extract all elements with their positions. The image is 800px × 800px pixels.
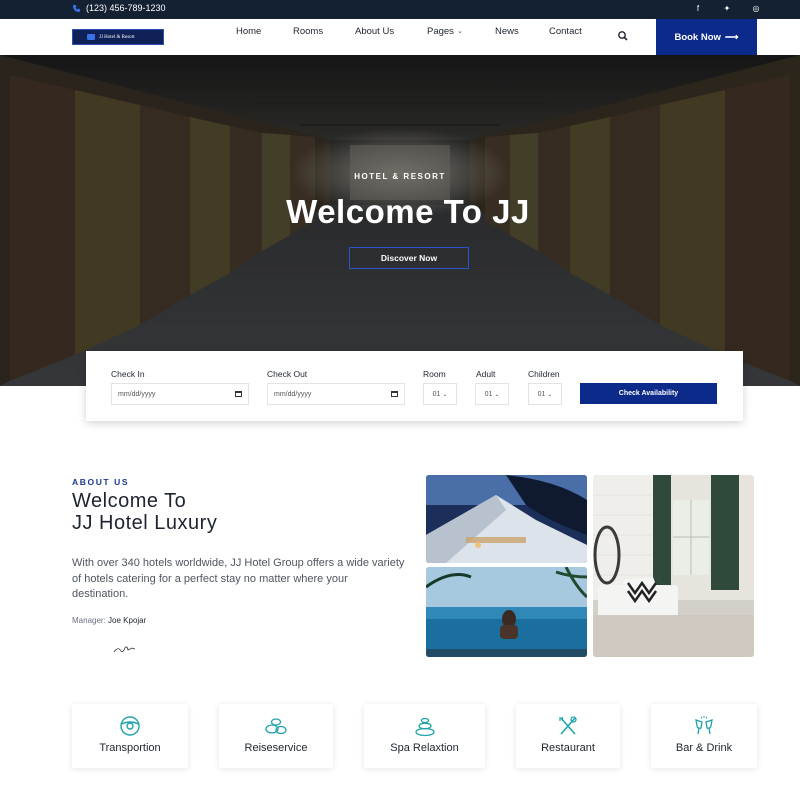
room-select[interactable]: 01 ⌄ bbox=[423, 383, 457, 405]
hero-banner: HOTEL & RESORT Welcome To JJ Discover No… bbox=[0, 55, 800, 386]
chevron-down-icon: ⌄ bbox=[494, 391, 500, 398]
chevron-down-icon: ⌄ bbox=[442, 391, 448, 398]
nav-pages-label: Pages bbox=[427, 25, 454, 37]
hero-title: Welcome To JJ bbox=[286, 193, 530, 230]
phone-contact[interactable]: (123) 456-789-1230 bbox=[72, 3, 166, 13]
calendar-icon[interactable] bbox=[391, 391, 398, 397]
about-eyebrow: ABOUT US bbox=[72, 477, 130, 487]
arrow-right-icon: ⟶ bbox=[724, 31, 739, 43]
spa-stones-icon bbox=[414, 717, 435, 737]
about-description: With over 340 hotels worldwide, JJ Hotel… bbox=[72, 557, 405, 600]
facebook-icon[interactable]: f bbox=[694, 3, 702, 15]
fork-knife-icon bbox=[559, 716, 577, 735]
search-icon[interactable] bbox=[617, 30, 629, 42]
booking-form: Check In mm/dd/yyyy Check Out mm/dd/yyyy… bbox=[86, 351, 743, 421]
nav-news[interactable]: News bbox=[495, 26, 519, 37]
book-now-label: Book Now bbox=[674, 31, 721, 43]
children-label: Children bbox=[528, 369, 560, 379]
children-select[interactable]: 01 ⌄ bbox=[528, 383, 562, 405]
room-label: Room bbox=[423, 369, 446, 379]
social-links: f ✦ ◎ bbox=[694, 3, 760, 15]
about-title-line2: JJ Hotel Luxury bbox=[72, 512, 218, 534]
chevron-down-icon: ⌄ bbox=[456, 28, 463, 35]
check-out-label: Check Out bbox=[267, 369, 308, 379]
service-label: Spa Relaxtion bbox=[390, 742, 459, 754]
manager-line: Manager: Joe Kpojar bbox=[72, 616, 146, 625]
adult-select[interactable]: 01 ⌄ bbox=[475, 383, 509, 405]
book-now-button[interactable]: Book Now ⟶ bbox=[656, 19, 757, 55]
nav-about-us[interactable]: About Us bbox=[355, 26, 394, 37]
phone-number: (123) 456-789-1230 bbox=[86, 3, 166, 13]
service-card-transportion[interactable]: Transportion bbox=[72, 704, 188, 768]
manager-label: Manager: bbox=[72, 616, 106, 625]
service-card-bar-drink[interactable]: Bar & Drink bbox=[651, 704, 757, 768]
check-in-value: mm/dd/yyyy bbox=[118, 390, 156, 398]
nav-home[interactable]: Home bbox=[236, 26, 261, 37]
discover-now-button[interactable]: Discover Now bbox=[349, 247, 469, 269]
calendar-icon[interactable] bbox=[235, 391, 242, 397]
stones-icon bbox=[265, 718, 287, 735]
manager-name: Joe Kpojar bbox=[108, 616, 147, 625]
instagram-icon[interactable]: ◎ bbox=[752, 3, 760, 15]
main-header: JJ Hotel & Resort Home Rooms About Us Pa… bbox=[0, 19, 800, 55]
chevron-down-icon: ⌄ bbox=[547, 391, 553, 398]
top-bar: (123) 456-789-1230 f ✦ ◎ bbox=[0, 0, 800, 19]
nav-pages[interactable]: Pages ⌄ bbox=[427, 26, 463, 37]
manager-signature bbox=[113, 646, 136, 653]
nav-rooms[interactable]: Rooms bbox=[293, 26, 323, 37]
about-title-line1: Welcome To bbox=[72, 490, 187, 512]
service-card-spa-relaxtion[interactable]: Spa Relaxtion bbox=[364, 704, 485, 768]
bedroom-photo bbox=[593, 475, 754, 657]
adult-label: Adult bbox=[476, 369, 496, 379]
infinity-pool-photo bbox=[426, 567, 587, 657]
site-logo[interactable]: JJ Hotel & Resort bbox=[72, 29, 164, 45]
twitter-icon[interactable]: ✦ bbox=[723, 3, 731, 15]
room-value: 01 bbox=[432, 390, 441, 398]
phone-icon bbox=[72, 4, 81, 12]
nav-contact[interactable]: Contact bbox=[549, 26, 582, 37]
hero-eyebrow: HOTEL & RESORT bbox=[354, 172, 446, 181]
children-value: 01 bbox=[537, 390, 546, 398]
service-card-restaurant[interactable]: Restaurant bbox=[516, 704, 620, 768]
service-label: Transportion bbox=[99, 742, 161, 754]
logo-mark-icon bbox=[87, 34, 95, 40]
check-out-input[interactable]: mm/dd/yyyy bbox=[267, 383, 405, 405]
logo-text: JJ Hotel & Resort bbox=[99, 34, 135, 40]
service-card-reiseservice[interactable]: Reiseservice bbox=[219, 704, 333, 768]
steering-wheel-icon bbox=[120, 716, 140, 736]
cheers-icon bbox=[695, 716, 713, 735]
service-label: Reiseservice bbox=[244, 742, 308, 754]
balcony-sea-photo bbox=[426, 475, 587, 563]
check-availability-button[interactable]: Check Availability bbox=[580, 383, 717, 404]
service-label: Restaurant bbox=[541, 742, 595, 754]
check-in-label: Check In bbox=[111, 369, 145, 379]
service-label: Bar & Drink bbox=[675, 742, 733, 754]
check-in-input[interactable]: mm/dd/yyyy bbox=[111, 383, 249, 405]
check-out-value: mm/dd/yyyy bbox=[274, 390, 312, 398]
adult-value: 01 bbox=[484, 390, 493, 398]
about-title: Welcome To JJ Hotel Luxury bbox=[72, 490, 217, 534]
